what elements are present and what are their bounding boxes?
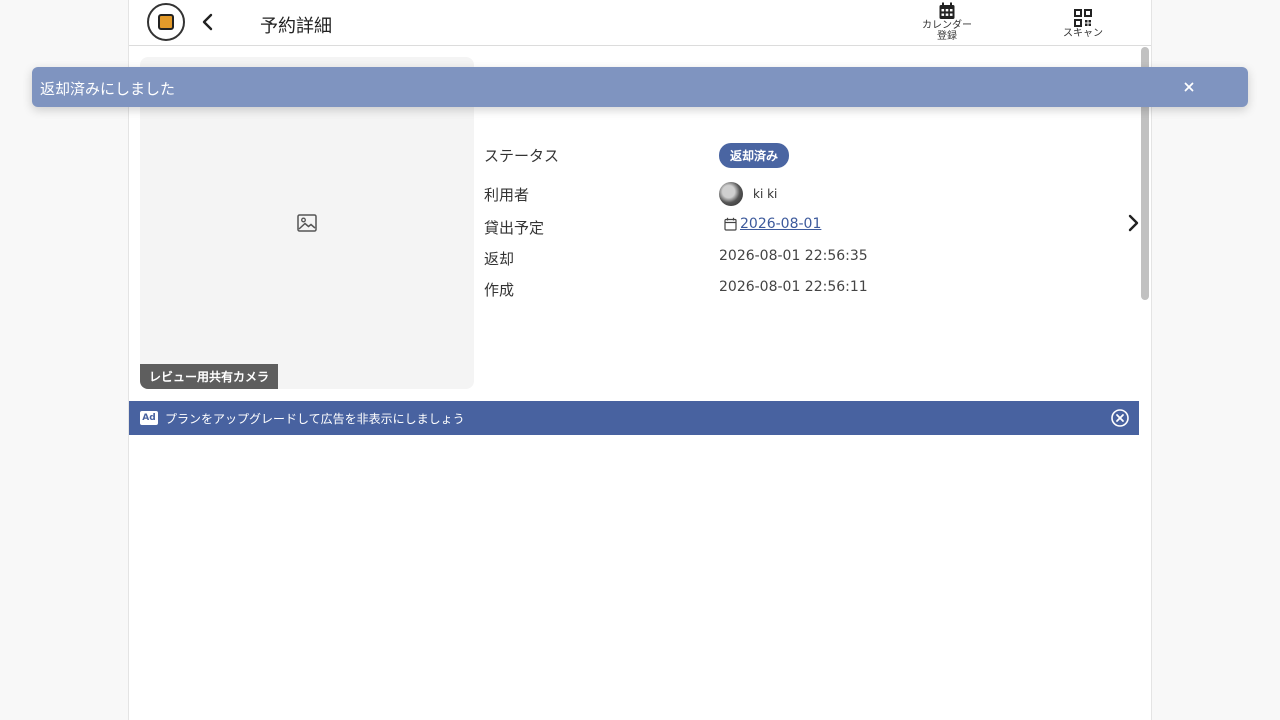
logo-mark: [158, 14, 174, 30]
circle-close-icon[interactable]: [1110, 408, 1130, 428]
user-info[interactable]: ki ki: [719, 182, 777, 206]
detail-row-status: ステータス 返却済み: [484, 143, 1134, 168]
scan-button[interactable]: スキャン: [1057, 2, 1109, 39]
user-name: ki ki: [753, 187, 778, 201]
created-key: 作成: [484, 281, 515, 299]
image-placeholder-icon: [297, 214, 317, 232]
calendar-register-button[interactable]: カレンダー 登録: [919, 2, 975, 42]
scheduled-date: 2026-08-01: [724, 216, 821, 232]
detail-row-user: 利用者 ki ki: [484, 182, 1134, 206]
toast-notification: 返却済みにしました: [32, 67, 1248, 107]
returned-value: 2026-08-01 22:56:35: [719, 248, 868, 264]
app-header: 予約詳細 カレンダー 登録 スキャン: [129, 0, 1151, 46]
app-frame: 予約詳細 カレンダー 登録 スキャン レビュー用共有カメラ ステータス 返却済み…: [128, 0, 1152, 720]
calendar-label-line2: 登録: [937, 31, 957, 42]
scan-label: スキャン: [1063, 28, 1103, 39]
scheduled-key: 貸出予定: [484, 219, 545, 237]
calendar-small-icon: [724, 217, 737, 231]
returned-key: 返却: [484, 250, 515, 268]
status-badge: 返却済み: [719, 143, 790, 168]
ad-badge-icon: Ad: [140, 411, 158, 425]
toast-message: 返却済みにしました: [40, 80, 176, 98]
close-icon: [1184, 82, 1194, 92]
calendar-label-line1: カレンダー: [922, 20, 972, 31]
user-key: 利用者: [484, 186, 530, 204]
next-button[interactable]: [1123, 210, 1143, 236]
detail-row-scheduled: 貸出予定 2026-08-01: [484, 215, 1134, 239]
toast-close-button[interactable]: [1180, 78, 1198, 96]
created-value: 2026-08-01 22:56:11: [719, 279, 868, 295]
app-logo[interactable]: [147, 3, 185, 41]
item-name-label: レビュー用共有カメラ: [140, 364, 279, 389]
chevron-left-icon: [202, 13, 213, 31]
scheduled-date-link[interactable]: 2026-08-01: [740, 216, 821, 232]
calendar-icon: [939, 2, 955, 19]
detail-row-created: 作成 2026-08-01 22:56:11: [484, 277, 1134, 301]
status-key: ステータス: [484, 147, 560, 165]
chevron-right-icon: [1128, 214, 1139, 232]
ad-text: プランをアップグレードして広告を非表示にしましょう: [165, 411, 465, 426]
page-title: 予約詳細: [260, 16, 332, 37]
detail-row-returned: 返却 2026-08-01 22:56:35: [484, 246, 1134, 270]
ad-banner[interactable]: Ad プランをアップグレードして広告を非表示にしましょう: [129, 401, 1139, 435]
qr-scan-icon: [1074, 9, 1092, 27]
back-button[interactable]: [195, 8, 219, 36]
avatar: [719, 182, 743, 206]
